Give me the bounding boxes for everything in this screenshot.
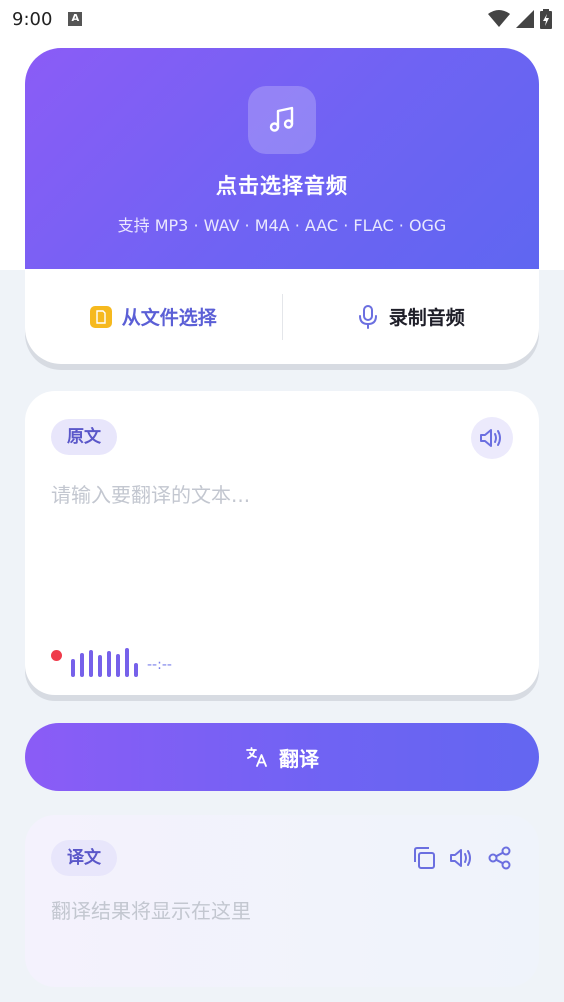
result-tag: 译文 — [51, 840, 117, 876]
waveform-bar — [71, 659, 75, 677]
translate-label: 翻译 — [279, 746, 319, 771]
signal-icon — [516, 10, 534, 28]
status-left: 9:00 A — [12, 8, 83, 30]
source-tag: 原文 — [51, 419, 117, 455]
waveform-bar — [107, 651, 111, 677]
translate-icon — [246, 747, 267, 767]
waveform-bar — [116, 654, 120, 677]
waveform-bar — [80, 653, 84, 677]
share-icon[interactable] — [487, 845, 513, 871]
record-audio-button[interactable]: 录制音频 — [283, 269, 540, 364]
translation-output: 翻译结果将显示在这里 — [51, 899, 251, 923]
waveform-bar — [89, 650, 93, 677]
waveform-bar — [125, 648, 129, 677]
recording-dot — [51, 650, 62, 661]
wifi-icon — [488, 10, 510, 27]
status-right — [488, 9, 552, 29]
upload-actions: 从文件选择 录制音频 — [25, 269, 539, 364]
file-icon — [89, 305, 112, 328]
battery-icon — [540, 9, 552, 29]
audio-select-area[interactable]: 点击选择音频 支持 MP3 · WAV · M4A · AAC · FLAC ·… — [25, 48, 539, 269]
translate-button[interactable]: 翻译 — [25, 723, 539, 791]
source-text-input[interactable]: 请输入要翻译的文本... — [51, 479, 250, 508]
record-audio-label: 录制音频 — [388, 307, 465, 329]
select-audio-title: 点击选择音频 — [216, 174, 348, 198]
source-text-card: 原文 请输入要翻译的文本... --:-- — [25, 391, 539, 695]
status-bar: 9:00 A — [0, 0, 564, 38]
source-speak-button[interactable] — [471, 417, 513, 459]
recording-waveform: --:-- — [51, 643, 172, 677]
music-note-icon — [269, 106, 294, 132]
choose-from-file-label: 从文件选择 — [121, 307, 217, 329]
audio-upload-card: 点击选择音频 支持 MP3 · WAV · M4A · AAC · FLAC ·… — [25, 48, 539, 364]
waveform-bar — [98, 655, 102, 677]
speaker-icon[interactable] — [449, 847, 475, 869]
recording-timer: --:-- — [147, 657, 172, 673]
notification-a-icon: A — [68, 12, 83, 26]
music-tile — [248, 86, 316, 154]
translation-result-card: 译文 翻译结果将显示在这里 — [25, 815, 539, 987]
status-time: 9:00 — [12, 8, 53, 30]
speaker-icon — [480, 429, 501, 447]
microphone-icon — [358, 304, 377, 329]
supported-formats: 支持 MP3 · WAV · M4A · AAC · FLAC · OGG — [117, 216, 447, 235]
waveform-bar — [134, 663, 138, 677]
result-actions — [411, 845, 513, 871]
choose-from-file-button[interactable]: 从文件选择 — [25, 269, 282, 364]
copy-icon[interactable] — [411, 845, 437, 871]
